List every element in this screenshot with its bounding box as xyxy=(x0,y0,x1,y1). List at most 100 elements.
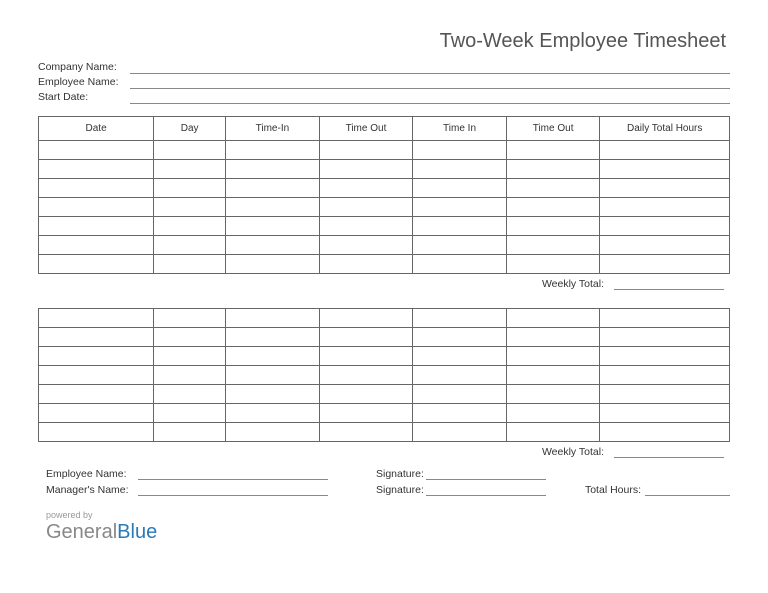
table-cell[interactable] xyxy=(506,198,600,217)
table-cell[interactable] xyxy=(600,366,730,385)
table-cell[interactable] xyxy=(226,309,320,328)
table-cell[interactable] xyxy=(413,217,507,236)
table-cell[interactable] xyxy=(319,423,413,442)
table-cell[interactable] xyxy=(506,366,600,385)
table-cell[interactable] xyxy=(506,160,600,179)
sig-employee-name-line[interactable] xyxy=(138,468,328,480)
table-cell[interactable] xyxy=(226,236,320,255)
table-cell[interactable] xyxy=(413,179,507,198)
table-cell[interactable] xyxy=(154,366,226,385)
table-cell[interactable] xyxy=(319,404,413,423)
table-cell[interactable] xyxy=(39,198,154,217)
start-date-input-line[interactable] xyxy=(130,92,730,104)
table-cell[interactable] xyxy=(154,255,226,274)
table-cell[interactable] xyxy=(506,217,600,236)
table-cell[interactable] xyxy=(413,141,507,160)
table-cell[interactable] xyxy=(154,179,226,198)
table-cell[interactable] xyxy=(154,328,226,347)
table-cell[interactable] xyxy=(319,328,413,347)
table-cell[interactable] xyxy=(39,217,154,236)
table-cell[interactable] xyxy=(600,404,730,423)
table-cell[interactable] xyxy=(39,404,154,423)
table-cell[interactable] xyxy=(319,309,413,328)
table-cell[interactable] xyxy=(413,423,507,442)
table-cell[interactable] xyxy=(154,385,226,404)
table-cell[interactable] xyxy=(600,236,730,255)
table-cell[interactable] xyxy=(319,385,413,404)
table-cell[interactable] xyxy=(154,160,226,179)
table-cell[interactable] xyxy=(226,217,320,236)
table-cell[interactable] xyxy=(506,404,600,423)
table-cell[interactable] xyxy=(226,366,320,385)
table-cell[interactable] xyxy=(39,255,154,274)
total-hours-line[interactable] xyxy=(645,484,730,496)
table-cell[interactable] xyxy=(226,255,320,274)
table-cell[interactable] xyxy=(600,141,730,160)
table-cell[interactable] xyxy=(600,255,730,274)
table-cell[interactable] xyxy=(506,328,600,347)
sig-signature-line-1[interactable] xyxy=(426,468,546,480)
sig-manager-name-line[interactable] xyxy=(138,484,328,496)
table-cell[interactable] xyxy=(600,385,730,404)
table-cell[interactable] xyxy=(39,347,154,366)
table-cell[interactable] xyxy=(319,347,413,366)
table-cell[interactable] xyxy=(506,236,600,255)
table-cell[interactable] xyxy=(600,217,730,236)
table-cell[interactable] xyxy=(226,328,320,347)
table-cell[interactable] xyxy=(154,309,226,328)
table-cell[interactable] xyxy=(226,198,320,217)
employee-name-input-line[interactable] xyxy=(130,77,730,89)
table-cell[interactable] xyxy=(600,328,730,347)
table-cell[interactable] xyxy=(413,385,507,404)
table-cell[interactable] xyxy=(506,309,600,328)
table-cell[interactable] xyxy=(600,347,730,366)
table-cell[interactable] xyxy=(226,160,320,179)
table-cell[interactable] xyxy=(319,179,413,198)
table-cell[interactable] xyxy=(39,366,154,385)
table-cell[interactable] xyxy=(319,217,413,236)
table-cell[interactable] xyxy=(154,423,226,442)
table-cell[interactable] xyxy=(39,309,154,328)
table-cell[interactable] xyxy=(39,423,154,442)
table-cell[interactable] xyxy=(154,236,226,255)
table-cell[interactable] xyxy=(506,423,600,442)
table-cell[interactable] xyxy=(39,385,154,404)
table-cell[interactable] xyxy=(413,347,507,366)
table-cell[interactable] xyxy=(154,404,226,423)
table-cell[interactable] xyxy=(39,328,154,347)
table-cell[interactable] xyxy=(506,141,600,160)
table-cell[interactable] xyxy=(319,141,413,160)
table-cell[interactable] xyxy=(319,255,413,274)
table-cell[interactable] xyxy=(226,423,320,442)
sig-signature-line-2[interactable] xyxy=(426,484,546,496)
table-cell[interactable] xyxy=(600,179,730,198)
table-cell[interactable] xyxy=(39,160,154,179)
table-cell[interactable] xyxy=(154,141,226,160)
table-cell[interactable] xyxy=(154,198,226,217)
table-cell[interactable] xyxy=(600,423,730,442)
table-cell[interactable] xyxy=(506,347,600,366)
table-cell[interactable] xyxy=(39,179,154,198)
table-cell[interactable] xyxy=(154,217,226,236)
table-cell[interactable] xyxy=(413,160,507,179)
table-cell[interactable] xyxy=(154,347,226,366)
table-cell[interactable] xyxy=(600,309,730,328)
table-cell[interactable] xyxy=(600,198,730,217)
table-cell[interactable] xyxy=(600,160,730,179)
table-cell[interactable] xyxy=(319,160,413,179)
table-cell[interactable] xyxy=(226,404,320,423)
table-cell[interactable] xyxy=(226,347,320,366)
table-cell[interactable] xyxy=(226,179,320,198)
week1-total-line[interactable] xyxy=(614,280,724,290)
table-cell[interactable] xyxy=(413,236,507,255)
table-cell[interactable] xyxy=(506,385,600,404)
table-cell[interactable] xyxy=(413,309,507,328)
table-cell[interactable] xyxy=(39,141,154,160)
table-cell[interactable] xyxy=(506,179,600,198)
table-cell[interactable] xyxy=(39,236,154,255)
week2-total-line[interactable] xyxy=(614,448,724,458)
company-name-input-line[interactable] xyxy=(130,62,730,74)
table-cell[interactable] xyxy=(413,198,507,217)
table-cell[interactable] xyxy=(413,328,507,347)
table-cell[interactable] xyxy=(319,236,413,255)
